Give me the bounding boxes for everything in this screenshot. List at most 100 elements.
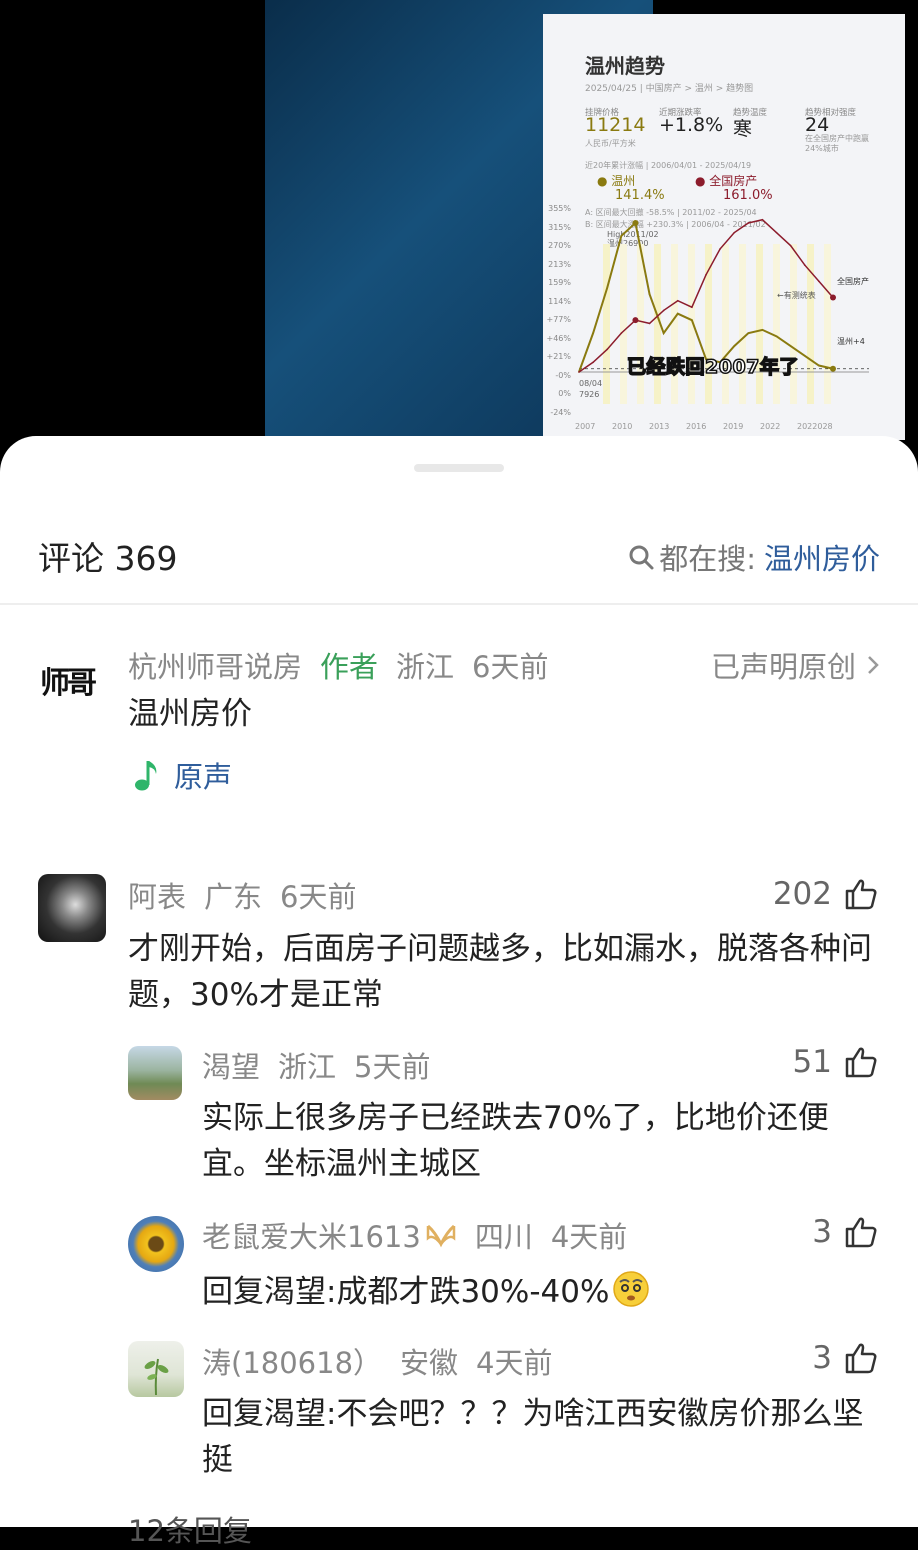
- comment-count: 评论 369: [38, 539, 178, 578]
- data-point: [662, 332, 665, 334]
- data-point: [775, 231, 778, 234]
- comment-time: 4天前: [476, 1346, 553, 1380]
- bg-band: [671, 244, 678, 404]
- user-avatar[interactable]: [128, 1046, 182, 1100]
- x-tick-label: 2019: [723, 422, 744, 431]
- data-point: [830, 294, 836, 301]
- data-point: [676, 299, 679, 302]
- like-button[interactable]: 202: [773, 876, 878, 912]
- data-point: [691, 306, 693, 309]
- video-frame: 温州趋势 2025/04/25 | 中国房产 > 温州 > 趋势图 挂牌价格 1…: [265, 0, 905, 440]
- more-replies-link[interactable]: 12条回复: [128, 1508, 270, 1550]
- data-point: [606, 348, 609, 351]
- y-tick-label: 0%: [558, 389, 571, 398]
- music-link[interactable]: 原声: [134, 754, 250, 796]
- original-claim-link[interactable]: 已声明原创: [711, 644, 880, 686]
- y-tick-label: +77%: [546, 315, 571, 324]
- right-label: 温州+4: [837, 337, 865, 346]
- y-tick-label: 213%: [548, 259, 571, 269]
- comment-text: 回复渴望:成都才跌30%-40%: [202, 1274, 610, 1310]
- comment-user[interactable]: 老鼠爱大米1613: [202, 1214, 421, 1256]
- comment-location: 四川: [474, 1220, 533, 1254]
- like-button[interactable]: 3: [812, 1214, 878, 1250]
- data-point: [747, 332, 750, 334]
- post-meta: 杭州师哥说房 作者 浙江 6天前: [128, 644, 567, 686]
- author-tag: 作者: [320, 650, 379, 684]
- post-time: 6天前: [472, 650, 549, 684]
- thumbs-up-icon: [845, 1047, 877, 1078]
- like-button[interactable]: 3: [812, 1340, 878, 1376]
- bg-band: [773, 244, 780, 404]
- right-label: 全国房产: [837, 277, 869, 286]
- data-point: [592, 361, 594, 364]
- data-point: [803, 264, 806, 266]
- data-point: [733, 231, 736, 234]
- post-text: 温州房价: [128, 696, 252, 732]
- badge-icon: [426, 1224, 456, 1248]
- post-location: 浙江: [396, 650, 455, 684]
- video-caption: 已经跌回2007年了: [626, 355, 799, 379]
- user-avatar[interactable]: [128, 1341, 184, 1397]
- comment-location: 广东: [204, 880, 263, 914]
- bg-band: [705, 244, 712, 404]
- drag-handle[interactable]: [414, 464, 504, 472]
- y-tick-label: -24%: [550, 407, 571, 417]
- y-tick-label: +21%: [546, 352, 571, 361]
- data-point: [803, 355, 806, 357]
- data-point: [620, 235, 623, 237]
- bg-band: [637, 244, 644, 404]
- comment-time: 5天前: [354, 1050, 431, 1084]
- comment-meta: 涛(180618） 安徽 4天前: [202, 1340, 571, 1382]
- search-term-link[interactable]: 温州房价: [764, 536, 880, 578]
- like-count: 202: [772, 876, 832, 912]
- data-point: [676, 312, 679, 315]
- x-tick-label: 2016: [686, 422, 707, 431]
- comment-meta: 老鼠爱大米1613 四川 4天前: [202, 1214, 645, 1256]
- user-avatar[interactable]: [38, 874, 106, 942]
- comment-user[interactable]: 涛(180618）: [202, 1340, 382, 1382]
- data-point: [830, 365, 836, 372]
- data-point: [818, 280, 820, 283]
- thumbs-up-icon: [845, 1217, 877, 1248]
- dizzy-face-emoji-icon: [613, 1270, 650, 1307]
- bg-band: [756, 244, 763, 404]
- user-avatar[interactable]: [128, 1216, 184, 1272]
- y-tick-label: -0%: [555, 370, 571, 380]
- bg-band: [620, 244, 627, 404]
- x-tick-label: 2013: [649, 422, 670, 431]
- data-point: [632, 317, 639, 324]
- comment-user[interactable]: 阿表: [128, 874, 186, 916]
- author-avatar[interactable]: 师哥: [40, 658, 97, 702]
- start-label: 08/04 7926: [579, 379, 603, 399]
- data-point: [691, 319, 693, 321]
- data-point: [662, 309, 665, 312]
- comment-meta: 阿表 广东 6天前: [128, 874, 374, 916]
- original-claim: 已声明原创: [710, 650, 856, 684]
- music-note-icon: [135, 761, 157, 791]
- y-tick-label: 270%: [548, 241, 571, 250]
- data-point: [592, 332, 594, 334]
- comment-text-row: 回复渴望:成都才跌30%-40%: [202, 1266, 651, 1311]
- search-prefix: 都在搜:: [659, 542, 756, 576]
- data-point: [775, 335, 778, 338]
- like-button[interactable]: 51: [793, 1044, 878, 1080]
- plant-icon: [144, 1358, 169, 1396]
- comment-location: 安徽: [400, 1346, 459, 1380]
- bg-band: [824, 244, 831, 404]
- comment-text: 才刚开始，后面房子问题越多，比如漏水，脱落各种问题，30%才是正常: [128, 931, 872, 1013]
- comment-location: 浙江: [278, 1050, 337, 1084]
- bg-band: [722, 244, 729, 404]
- post-author[interactable]: 杭州师哥说房: [128, 644, 302, 686]
- comment-user[interactable]: 渴望: [202, 1044, 260, 1086]
- comment-time: 4天前: [550, 1220, 628, 1254]
- search-suggestion[interactable]: 都在搜: 温州房价: [627, 536, 880, 578]
- right-label: ←有测统表: [777, 291, 816, 300]
- comment-text: 实际上很多房子已经跌去70%了，比地价还便宜。坐标温州主城区: [202, 1100, 829, 1182]
- divider: [0, 603, 918, 605]
- chevron-right-icon: [868, 656, 879, 674]
- search-icon: [629, 545, 654, 570]
- video-area[interactable]: 温州趋势 2025/04/25 | 中国房产 > 温州 > 趋势图 挂牌价格 1…: [0, 0, 918, 470]
- bg-band: [603, 244, 610, 404]
- comment-meta: 渴望 浙江 5天前: [202, 1044, 448, 1086]
- like-count: 3: [812, 1340, 832, 1376]
